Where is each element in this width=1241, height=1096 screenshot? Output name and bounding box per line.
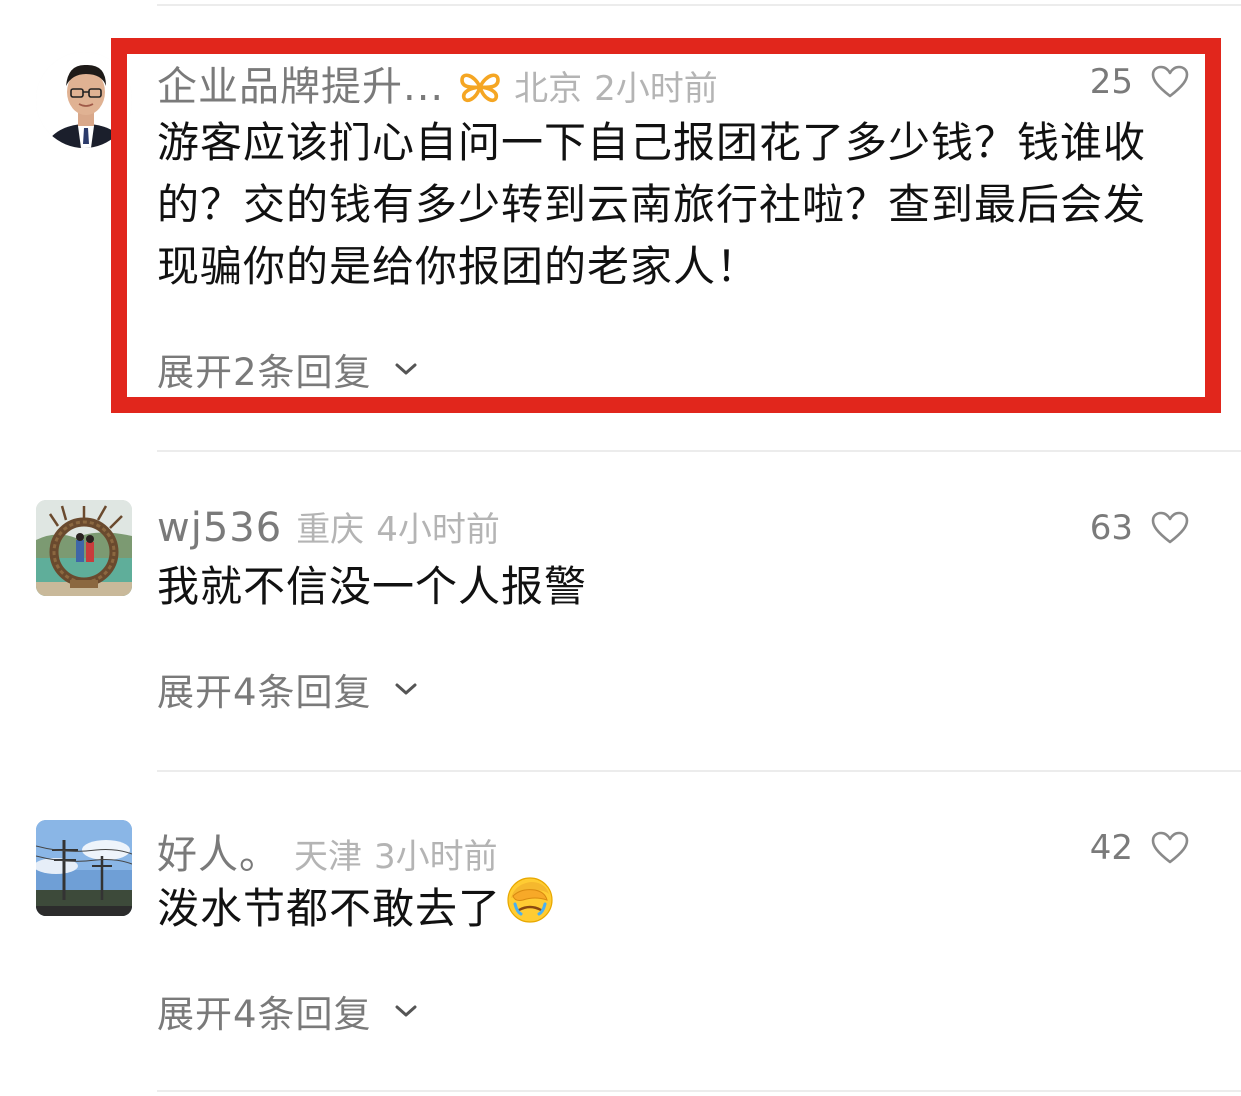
timestamp: 3小时前 — [374, 837, 498, 877]
username[interactable]: 好人。 — [157, 822, 280, 880]
expand-replies-label: 展开4条回复 — [157, 993, 372, 1036]
comment-text: 我就不信没一个人报警 — [157, 562, 588, 611]
chevron-down-icon — [395, 683, 417, 695]
heart-icon[interactable] — [1151, 511, 1189, 545]
expand-replies-label: 展开4条回复 — [157, 671, 372, 714]
location: 天津 — [294, 837, 362, 877]
like-count: 42 — [1089, 828, 1133, 868]
highlight-box — [111, 38, 1221, 413]
location: 重庆 — [296, 510, 365, 550]
heart-icon[interactable] — [1151, 831, 1189, 865]
avatar[interactable] — [36, 820, 132, 916]
like-area[interactable]: 63 — [1090, 500, 1189, 556]
timestamp: 4小时前 — [376, 510, 500, 550]
comment-meta: wj536 重庆 4小时前 — [157, 502, 512, 558]
like-count: 63 — [1089, 508, 1133, 548]
divider — [157, 4, 1241, 6]
facepalm-emoji-icon — [505, 874, 555, 941]
avatar[interactable] — [36, 500, 132, 596]
chevron-down-icon — [395, 1005, 417, 1017]
comment-text: 泼水节都不敢去了 — [157, 877, 1177, 945]
expand-replies-button[interactable]: 展开4条回复 — [157, 662, 418, 716]
divider — [157, 450, 1241, 452]
like-area[interactable]: 42 — [1090, 820, 1189, 876]
expand-replies-button[interactable]: 展开4条回复 — [157, 984, 418, 1038]
divider — [157, 1090, 1241, 1092]
comment-meta: 好人。 天津 3小时前 — [157, 822, 510, 878]
username[interactable]: wj536 — [157, 505, 282, 551]
divider — [157, 770, 1241, 772]
comment-text-body: 泼水节都不敢去了 — [157, 884, 502, 933]
